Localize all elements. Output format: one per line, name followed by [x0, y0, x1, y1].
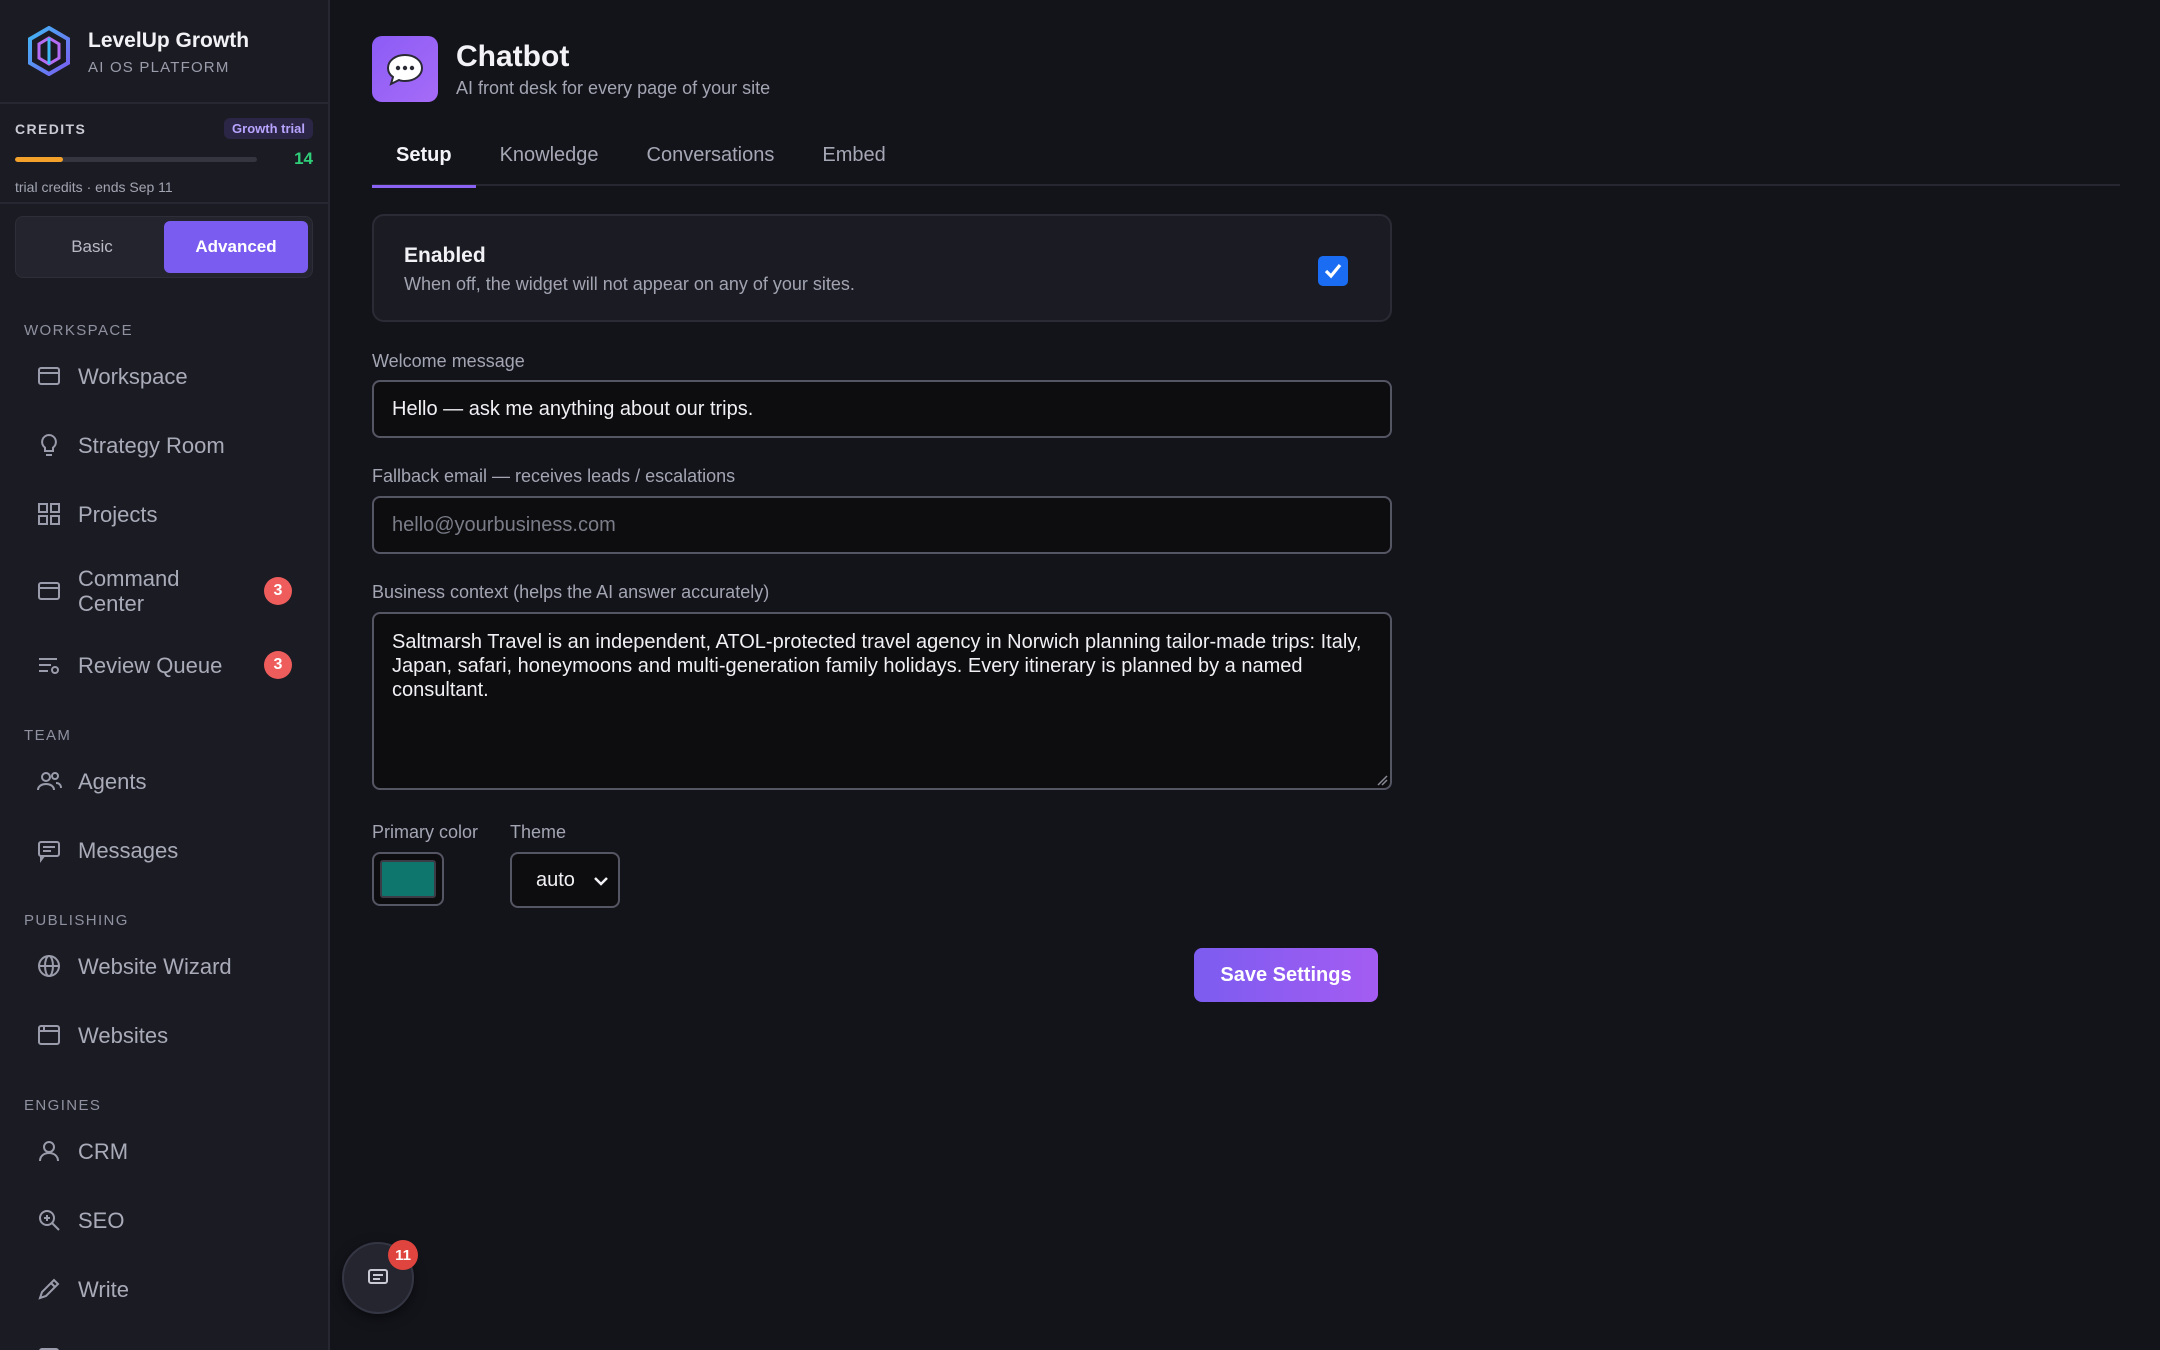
tab-embed[interactable]: Embed — [798, 134, 909, 186]
nav-section-publishing: PUBLISHING — [24, 912, 129, 929]
sidebar-item-messages[interactable]: Messages — [0, 818, 328, 882]
sidebar-item-workspace[interactable]: Workspace — [0, 344, 328, 408]
workspace-icon — [38, 367, 60, 385]
business-context-text: Saltmarsh Travel is an independent, ATOL… — [392, 631, 1362, 701]
sidebar-item-agents[interactable]: Agents — [0, 749, 328, 813]
tab-setup[interactable]: Setup — [372, 134, 476, 188]
fallback-email-label: Fallback email — receives leads / escala… — [372, 466, 736, 486]
nav-section-engines: ENGINES — [24, 1097, 102, 1114]
nav-section-team: TEAM — [24, 727, 72, 744]
pencil-icon — [38, 1278, 60, 1300]
page-title: Chatbot — [456, 39, 570, 73]
brand-logo-icon — [28, 26, 70, 76]
theme-select-value: auto — [536, 868, 575, 891]
brand-subtitle: AI OS PLATFORM — [88, 58, 230, 76]
sidebar-item-write[interactable]: Write — [0, 1257, 328, 1321]
credits-progress-fill — [15, 156, 64, 162]
chat-icon — [368, 1269, 388, 1284]
sidebar-item-partial[interactable] — [0, 1326, 328, 1350]
resize-grip-icon[interactable] — [1376, 774, 1388, 786]
sidebar-item-crm[interactable]: CRM — [0, 1119, 328, 1183]
mode-basic-button[interactable]: Basic — [20, 221, 164, 273]
sidebar-item-label: Strategy Room — [78, 432, 225, 458]
brand-text: LevelUp Growth AI OS PLATFORM — [88, 27, 249, 76]
tab-knowledge[interactable]: Knowledge — [476, 134, 623, 186]
messages-icon — [38, 841, 60, 863]
document-icon — [39, 1348, 59, 1350]
lightbulb-icon — [41, 433, 57, 456]
save-settings-button[interactable]: Save Settings — [1194, 948, 1378, 1002]
chevron-down-icon — [594, 877, 608, 886]
sidebar-item-label: Websites — [78, 1022, 169, 1048]
primary-color-swatch — [380, 860, 436, 898]
chat-notification-badge: 11 — [388, 1240, 418, 1270]
theme-label: Theme — [510, 822, 567, 842]
sidebar-item-websites[interactable]: Websites — [0, 1003, 328, 1067]
main-content: Chatbot AI front desk for every page of … — [330, 0, 2160, 1350]
brand[interactable]: LevelUp Growth AI OS PLATFORM — [0, 0, 328, 104]
welcome-message-label: Welcome message — [372, 351, 525, 371]
review-queue-icon — [39, 658, 59, 674]
credits-label: CREDITS — [15, 120, 87, 137]
credits-progress-bar — [15, 156, 257, 162]
sidebar-item-label: Write — [78, 1276, 129, 1302]
sidebar-item-strategy-room[interactable]: Strategy Room — [0, 413, 328, 477]
sidebar-item-label: Workspace — [78, 363, 188, 389]
mode-advanced-button[interactable]: Advanced — [164, 221, 308, 273]
sidebar-item-label: Command Center — [78, 566, 180, 616]
sidebar: LevelUp Growth AI OS PLATFORM CREDITS Gr… — [0, 0, 330, 1350]
enabled-title: Enabled — [404, 244, 486, 267]
notification-badge: 3 — [264, 651, 292, 679]
nav-section-workspace: WORKSPACE — [24, 322, 134, 339]
sidebar-item-label: Agents — [78, 768, 147, 794]
brand-name: LevelUp Growth — [88, 28, 250, 52]
sidebar-item-label: CRM — [78, 1138, 129, 1164]
sidebar-item-label: SEO — [78, 1207, 125, 1233]
sidebar-item-seo[interactable]: SEO — [0, 1188, 328, 1252]
chat-bubble-icon — [372, 36, 438, 102]
enabled-description: When off, the widget will not appear on … — [404, 274, 855, 294]
checkmark-icon — [1324, 263, 1342, 279]
users-icon — [37, 772, 62, 791]
sidebar-item-projects[interactable]: Projects — [0, 482, 328, 546]
sidebar-item-command-center[interactable]: Command Center 3 — [0, 551, 328, 631]
primary-color-label: Primary color — [372, 822, 479, 842]
plan-badge: Growth trial — [224, 118, 313, 139]
sidebar-item-label: Messages — [78, 837, 179, 863]
sidebar-item-label: Projects — [78, 501, 158, 527]
credits-note: trial credits · ends Sep 11 — [15, 179, 173, 195]
credits-remaining: 14 — [294, 149, 313, 168]
tab-bar: Setup Knowledge Conversations Embed — [372, 134, 2120, 188]
page-header: Chatbot AI front desk for every page of … — [372, 36, 770, 102]
sidebar-item-label: Website Wizard — [78, 953, 232, 979]
sidebar-item-label: Review Queue — [78, 652, 223, 678]
page-subtitle: AI front desk for every page of your sit… — [456, 77, 771, 98]
business-context-textarea[interactable]: Saltmarsh Travel is an independent, ATOL… — [372, 612, 1392, 790]
primary-color-picker[interactable] — [372, 852, 444, 906]
tab-conversations[interactable]: Conversations — [623, 134, 799, 186]
seo-search-icon — [39, 1210, 60, 1231]
grid-icon — [38, 503, 60, 525]
sidebar-item-review-queue[interactable]: Review Queue 3 — [0, 633, 328, 697]
browser-icon — [38, 1025, 60, 1045]
mode-toggle: Basic Advanced — [15, 216, 313, 278]
welcome-message-input[interactable]: Hello — ask me anything about our trips. — [372, 380, 1392, 438]
credits-panel: CREDITS Growth trial 14 trial credits · … — [0, 104, 328, 204]
notification-badge: 3 — [264, 577, 292, 605]
command-center-icon — [38, 582, 60, 600]
enabled-card: Enabled When off, the widget will not ap… — [372, 214, 1392, 322]
theme-select[interactable]: auto — [510, 852, 620, 908]
enabled-checkbox[interactable] — [1318, 256, 1348, 286]
globe-icon — [38, 955, 60, 977]
user-icon — [39, 1141, 59, 1162]
sidebar-item-website-wizard[interactable]: Website Wizard — [0, 934, 328, 998]
fallback-email-input[interactable]: hello@yourbusiness.com — [372, 496, 1392, 554]
app-root: LevelUp Growth AI OS PLATFORM CREDITS Gr… — [0, 0, 2160, 1350]
business-context-label: Business context (helps the AI answer ac… — [372, 582, 770, 602]
